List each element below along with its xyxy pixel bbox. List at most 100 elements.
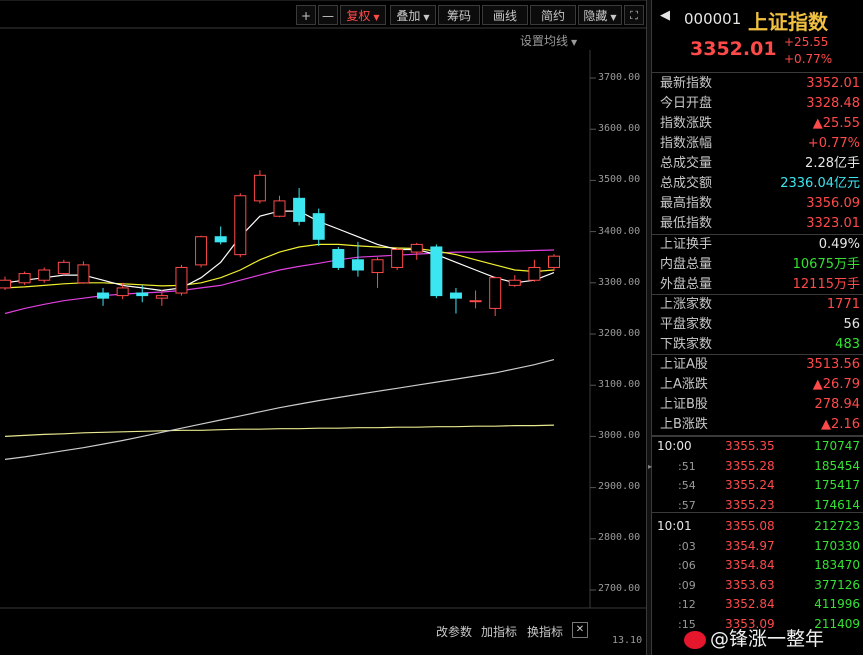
candle[interactable] bbox=[548, 254, 560, 272]
tick-row: :06 3354.84 183470 bbox=[652, 556, 863, 575]
stat-label: 总成交量 bbox=[660, 156, 713, 171]
candle[interactable] bbox=[234, 193, 247, 258]
tick-price: 3355.08 bbox=[725, 519, 775, 533]
hide-button[interactable]: 隐藏 ▼ bbox=[578, 5, 622, 25]
candle-body bbox=[430, 246, 443, 297]
candle-body bbox=[548, 255, 560, 268]
price-change-pct: +0.77% bbox=[784, 52, 833, 66]
candle[interactable] bbox=[57, 259, 70, 276]
kline-chart-area[interactable]: + — 复权 ▼ 叠加 ▼ 筹码 画线 简约 隐藏 ▼ ⛶ 设置均线 ▼ 3700.00… bbox=[0, 0, 646, 655]
candle-body bbox=[253, 174, 266, 202]
stat-value: +0.77% bbox=[807, 136, 860, 151]
simple-mode-button[interactable]: 简约 bbox=[530, 5, 576, 25]
candle[interactable] bbox=[77, 261, 90, 284]
chevron-down-icon: ▼ bbox=[423, 13, 430, 22]
candle-body bbox=[391, 249, 404, 268]
candle[interactable] bbox=[293, 188, 306, 226]
stat-row: 总成交额 2336.04亿元 bbox=[652, 174, 863, 194]
zoom-out-button[interactable]: — bbox=[318, 5, 338, 25]
candle-body bbox=[0, 279, 11, 289]
candle[interactable] bbox=[332, 246, 345, 270]
stat-row: 最高指数 3356.09 bbox=[652, 194, 863, 214]
candle[interactable] bbox=[253, 170, 266, 204]
candle[interactable] bbox=[214, 226, 227, 245]
switch-indicator-button[interactable]: 换指标 bbox=[527, 623, 563, 640]
stat-label: 上证换手 bbox=[660, 237, 713, 252]
set-ma-button[interactable]: 设置均线 ▼ bbox=[520, 32, 577, 49]
axis-tick-label: 2700.00 bbox=[598, 583, 641, 594]
candle[interactable] bbox=[351, 241, 364, 277]
stat-row: 平盘家数 56 bbox=[652, 315, 863, 335]
tick-volume: 174614 bbox=[814, 497, 860, 512]
axis-tick-label: 3200.00 bbox=[598, 328, 641, 339]
restore-rights-button[interactable]: 复权 ▼ bbox=[340, 5, 386, 25]
candle[interactable] bbox=[508, 275, 521, 287]
candle[interactable] bbox=[116, 282, 129, 300]
candle[interactable] bbox=[371, 257, 384, 288]
candle[interactable] bbox=[528, 259, 541, 282]
stat-row: 最低指数 3323.01 bbox=[652, 214, 863, 234]
candle[interactable] bbox=[312, 208, 325, 246]
stat-label: 平盘家数 bbox=[660, 317, 713, 332]
tick-row: 10:00 3355.35 170747 bbox=[652, 437, 863, 456]
ma120-line bbox=[4, 359, 555, 460]
chevron-down-icon: ▼ bbox=[610, 13, 617, 22]
candle[interactable] bbox=[391, 246, 404, 270]
tick-time: :12 bbox=[678, 598, 696, 611]
candle-body bbox=[57, 261, 70, 275]
stat-value: 1771 bbox=[826, 297, 860, 312]
tick-volume: 183470 bbox=[814, 558, 860, 572]
candle[interactable] bbox=[410, 242, 423, 260]
overlay-button[interactable]: 叠加 ▼ bbox=[390, 5, 436, 25]
candle[interactable] bbox=[469, 290, 482, 309]
menu-arrow-icon[interactable]: ◀ bbox=[660, 8, 670, 23]
tick-price: 3355.23 bbox=[725, 497, 775, 512]
candle-body bbox=[97, 292, 110, 299]
candle-body bbox=[371, 259, 384, 274]
stat-value: 12115万手 bbox=[792, 277, 860, 292]
stat-value: 10675万手 bbox=[792, 257, 860, 272]
candle[interactable] bbox=[18, 271, 31, 285]
stat-label: 上证B股 bbox=[660, 397, 708, 412]
zoom-in-button[interactable]: + bbox=[296, 5, 316, 25]
candle[interactable] bbox=[430, 244, 443, 299]
add-indicator-button[interactable]: 加指标 bbox=[481, 623, 517, 640]
divider bbox=[652, 354, 863, 355]
tick-price: 3354.97 bbox=[725, 538, 775, 553]
candle[interactable] bbox=[97, 287, 110, 306]
candle-body bbox=[273, 200, 286, 217]
candle[interactable] bbox=[175, 264, 188, 296]
axis-tick-label: 3500.00 bbox=[598, 174, 641, 185]
kline-chart[interactable] bbox=[0, 0, 646, 655]
close-icon[interactable]: ✕ bbox=[572, 622, 588, 638]
stat-row: 下跌家数 483 bbox=[652, 335, 863, 355]
stat-row: 上A涨跌 ▲26.79 bbox=[652, 375, 863, 395]
candle[interactable] bbox=[195, 235, 208, 268]
fullscreen-icon[interactable]: ⛶ bbox=[624, 5, 644, 25]
stat-label: 上证A股 bbox=[660, 357, 708, 372]
stat-label: 指数涨幅 bbox=[660, 136, 713, 151]
stat-value: ▲25.55 bbox=[812, 116, 860, 131]
draw-line-button[interactable]: 画线 bbox=[482, 5, 528, 25]
candle-body bbox=[351, 259, 364, 271]
hide-label: 隐藏 bbox=[583, 9, 608, 23]
tick-row: :12 3352.84 411996 bbox=[652, 595, 863, 614]
change-params-button[interactable]: 改参数 bbox=[436, 623, 472, 640]
stat-value: 483 bbox=[835, 337, 860, 352]
stat-label: 上A涨跌 bbox=[660, 377, 708, 392]
candle[interactable] bbox=[489, 276, 502, 317]
candle-body bbox=[449, 292, 462, 299]
chevron-down-icon: ▼ bbox=[571, 38, 578, 47]
candle[interactable] bbox=[273, 195, 286, 218]
candle[interactable] bbox=[449, 287, 462, 314]
stat-label: 外盘总量 bbox=[660, 277, 713, 292]
candle[interactable] bbox=[38, 267, 51, 283]
candle[interactable] bbox=[0, 276, 11, 290]
candle-body bbox=[489, 277, 502, 309]
tick-volume: 175417 bbox=[814, 478, 860, 492]
weibo-logo-icon bbox=[684, 630, 706, 649]
chips-button[interactable]: 筹码 bbox=[438, 5, 480, 25]
chevron-down-icon: ▼ bbox=[373, 13, 380, 22]
axis-tick-label: 2900.00 bbox=[598, 481, 641, 492]
stat-value: ▲26.79 bbox=[812, 377, 860, 392]
